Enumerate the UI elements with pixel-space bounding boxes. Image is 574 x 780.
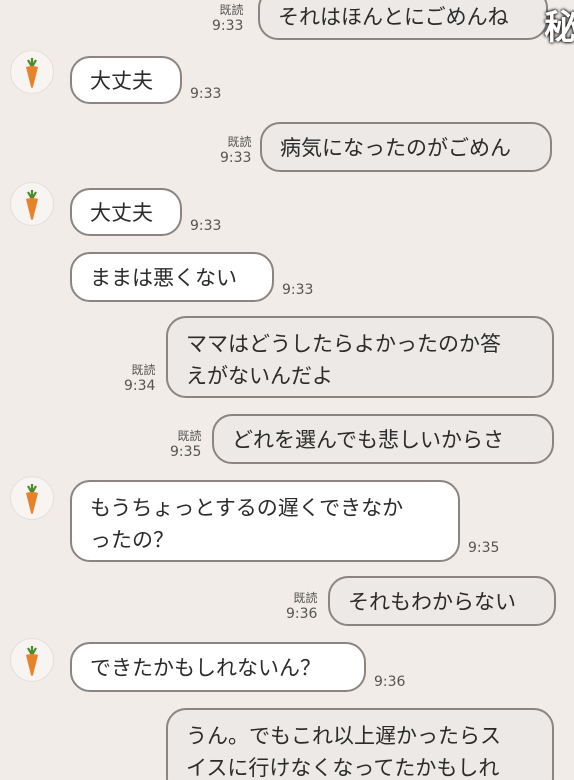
- message-text-line: ったの？: [90, 528, 174, 552]
- message-text-line: ママはどうしたらよかったのか答: [186, 332, 501, 356]
- message-text: 病気になったのがごめん: [280, 136, 511, 160]
- carrot-icon: [26, 484, 38, 514]
- message-meta: 既読 9:35: [170, 428, 201, 460]
- message-meta: 既読 9:33: [212, 2, 243, 34]
- avatar[interactable]: [10, 50, 54, 94]
- read-receipt: 既読: [131, 363, 156, 377]
- message-bubble[interactable]: ママはどうしたらよかったのか答 えがないんだよ: [166, 316, 554, 398]
- message-text: それはほんとにごめんね: [278, 5, 509, 29]
- message-bubble[interactable]: もうちょっとするの遅くできなか ったの？: [70, 480, 460, 562]
- avatar[interactable]: [10, 638, 54, 682]
- message-meta: 既読 9:36: [286, 590, 317, 622]
- message-bubble[interactable]: 大丈夫: [70, 56, 182, 104]
- message-text: ままは悪くない: [90, 266, 237, 290]
- message-text-line: もうちょっとするの遅くできなか: [90, 496, 404, 520]
- message-text: どれを選んでも悲しいからさ: [232, 428, 504, 452]
- message-time: 9:33: [190, 86, 222, 102]
- message-meta: 既読 9:33: [220, 134, 251, 166]
- message-time: 9:36: [374, 674, 406, 690]
- message-meta: 既読 9:34: [124, 362, 155, 394]
- message-bubble[interactable]: それもわからない: [328, 576, 556, 626]
- message-bubble[interactable]: どれを選んでも悲しいからさ: [212, 414, 554, 464]
- message-time: 9:35: [170, 444, 202, 460]
- read-receipt: 既読: [293, 591, 318, 605]
- message-text-line: えがないんだよ: [186, 364, 333, 388]
- message-time: 9:36: [286, 606, 318, 622]
- carrot-icon: [26, 190, 38, 220]
- message-time: 9:35: [468, 540, 500, 556]
- watermark: 秘: [544, 8, 574, 48]
- avatar[interactable]: [10, 476, 54, 520]
- read-receipt: 既読: [219, 3, 244, 17]
- chat-log[interactable]: 既読 9:33 それはほんとにごめんね 大丈夫 9:33 既読 9:33 病気に…: [0, 0, 574, 780]
- avatar[interactable]: [10, 182, 54, 226]
- message-time: 9:33: [220, 150, 252, 166]
- message-text-line: イスに行けなくなってたかもしれ: [186, 756, 500, 780]
- read-receipt: 既読: [227, 135, 252, 149]
- carrot-icon: [26, 646, 38, 676]
- read-receipt: 既読: [177, 429, 202, 443]
- message-text-line: うん。でもこれ以上遅かったらス: [186, 724, 501, 748]
- message-bubble[interactable]: ままは悪くない: [70, 252, 274, 302]
- message-bubble[interactable]: うん。でもこれ以上遅かったらス イスに行けなくなってたかもしれ: [166, 708, 554, 780]
- message-text: 大丈夫: [90, 201, 153, 225]
- message-bubble[interactable]: それはほんとにごめんね: [258, 0, 548, 40]
- carrot-icon: [26, 58, 38, 88]
- message-text: 大丈夫: [90, 69, 153, 93]
- message-bubble[interactable]: 大丈夫: [70, 188, 182, 236]
- message-bubble[interactable]: できたかもしれないん？: [70, 642, 366, 692]
- message-time: 9:33: [282, 282, 314, 298]
- message-text: できたかもしれないん？: [90, 656, 321, 680]
- message-bubble[interactable]: 病気になったのがごめん: [260, 122, 552, 172]
- message-time: 9:34: [124, 378, 156, 394]
- message-time: 9:33: [212, 18, 244, 34]
- message-text: それもわからない: [348, 590, 516, 614]
- message-time: 9:33: [190, 218, 222, 234]
